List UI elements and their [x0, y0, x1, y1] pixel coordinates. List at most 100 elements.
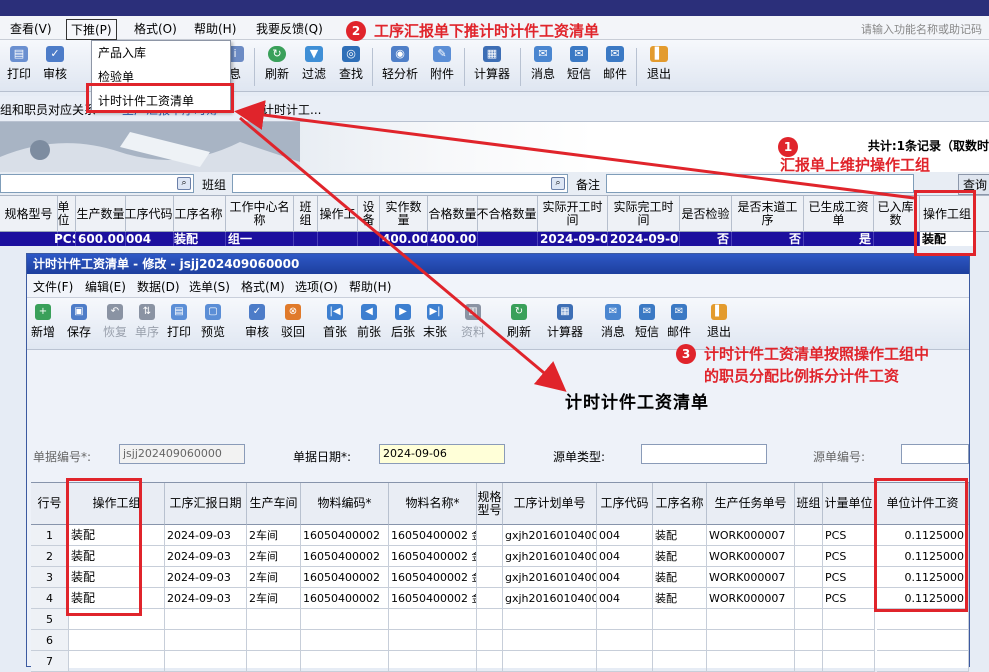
grid-cell[interactable] [301, 630, 389, 651]
grid-cell[interactable]: gxjh20160104000 [503, 567, 597, 588]
menu-feedback[interactable]: 我要反馈(Q) [252, 19, 327, 38]
report-col-header[interactable]: 不合格数量 [476, 196, 538, 232]
report-cell[interactable]: 2024-09-03 [608, 232, 680, 246]
report-cell[interactable]: 否 [732, 232, 804, 246]
win-save-button[interactable]: ▣ 保存 [63, 302, 95, 340]
report-cell[interactable] [294, 232, 318, 246]
grid-cell[interactable]: gxjh20160104000 [503, 588, 597, 609]
report-cell[interactable]: 400.00 [428, 232, 478, 246]
grid-cell[interactable] [795, 567, 823, 588]
grid-cell[interactable]: PCS [823, 525, 875, 546]
bill-date-field[interactable]: 2024-09-06 [379, 444, 505, 464]
grid-cell[interactable]: 2车间 [247, 588, 301, 609]
win-print-button[interactable]: ▤ 打印 [163, 302, 195, 340]
attachment-button[interactable]: ✎ 附件 [425, 44, 459, 82]
win-menu-file[interactable]: 文件(F) [33, 278, 73, 295]
filter-input-1[interactable]: ⌕ [0, 174, 194, 193]
win-mail-button[interactable]: ✉ 邮件 [663, 302, 695, 340]
grid-cell[interactable] [69, 651, 165, 672]
report-col-header[interactable]: 工序代码 [124, 196, 174, 232]
grid-cell[interactable]: PCS [823, 567, 875, 588]
magnifier-icon[interactable]: ⌕ [551, 177, 565, 190]
grid-cell[interactable]: 16050400002 金 [389, 525, 477, 546]
grid-cell[interactable] [653, 651, 707, 672]
grid-cell[interactable] [165, 651, 247, 672]
report-cell[interactable] [872, 232, 920, 246]
grid-cell[interactable] [597, 630, 653, 651]
grid-cell[interactable] [477, 525, 503, 546]
report-col-header[interactable]: 实作数量 [380, 196, 428, 232]
bill-number-field[interactable]: jsjj202409060000 [119, 444, 245, 464]
win-sms-button[interactable]: ✉ 短信 [631, 302, 663, 340]
grid-cell[interactable]: 004 [597, 546, 653, 567]
grid-cell[interactable] [877, 609, 969, 630]
grid-cell[interactable] [707, 609, 795, 630]
tab-piecework[interactable]: 计时计工... [262, 101, 321, 118]
menu-help[interactable]: 帮助(H) [190, 19, 240, 38]
grid-cell[interactable] [653, 630, 707, 651]
exit-button[interactable]: ▌ 退出 [642, 44, 676, 82]
grid-cell[interactable] [389, 630, 477, 651]
report-col-header[interactable]: 生产数量 [76, 196, 126, 232]
grid-col-header[interactable]: 规格型号 [477, 483, 503, 525]
report-col-header[interactable]: 规格型号 [0, 196, 58, 232]
win-audit-button[interactable]: ✓ 审核 [241, 302, 273, 340]
win-new-button[interactable]: + 新增 [27, 302, 59, 340]
grid-col-header[interactable]: 班组 [795, 483, 823, 525]
grid-cell[interactable] [795, 630, 823, 651]
grid-cell[interactable] [597, 609, 653, 630]
grid-cell[interactable]: 2车间 [247, 525, 301, 546]
tab-group-employee[interactable]: 组和职员对应关系 [0, 101, 96, 118]
grid-cell[interactable]: 004 [597, 567, 653, 588]
win-next-button[interactable]: ▶ 后张 [387, 302, 419, 340]
win-menu-format[interactable]: 格式(M) [241, 278, 285, 295]
report-col-header[interactable]: 操作工 [318, 196, 358, 232]
grid-cell[interactable]: 2024-09-03 [165, 588, 247, 609]
menu-view[interactable]: 查看(V) [6, 19, 56, 38]
report-list-selected-row[interactable]: PCS600.00004装配组一 400.00400.00 2024-09-0320… [0, 232, 975, 246]
grid-cell[interactable]: 004 [597, 588, 653, 609]
grid-cell[interactable]: 2024-09-03 [165, 546, 247, 567]
win-menu-help[interactable]: 帮助(H) [349, 278, 391, 295]
source-type-field[interactable] [641, 444, 767, 464]
report-col-header[interactable]: 已生成工资单 [804, 196, 874, 232]
win-reject-button[interactable]: ⊗ 驳回 [277, 302, 309, 340]
grid-cell[interactable] [247, 651, 301, 672]
grid-col-header[interactable]: 工序汇报日期 [165, 483, 247, 525]
report-cell[interactable]: 400.00 [380, 232, 428, 246]
grid-cell[interactable]: WORK000007 [707, 588, 795, 609]
filter-button[interactable]: ▼ 过滤 [297, 44, 331, 82]
grid-cell[interactable]: 16050400002 金 [389, 546, 477, 567]
grid-cell[interactable] [477, 588, 503, 609]
report-cell[interactable] [318, 232, 358, 246]
grid-cell[interactable] [389, 651, 477, 672]
win-message-button[interactable]: ✉ 消息 [597, 302, 629, 340]
grid-cell[interactable] [795, 651, 823, 672]
grid-cell[interactable] [877, 651, 969, 672]
grid-cell[interactable] [69, 630, 165, 651]
report-col-header[interactable]: 单位 [52, 196, 76, 232]
report-cell[interactable] [476, 232, 538, 246]
grid-cell[interactable] [597, 651, 653, 672]
audit-button[interactable]: ✓ 审核 [38, 44, 72, 82]
grid-cell[interactable]: 16050400002 [301, 546, 389, 567]
report-col-header[interactable]: 是否检验 [680, 196, 732, 232]
refresh-button[interactable]: ↻ 刷新 [260, 44, 294, 82]
grid-cell[interactable]: 16050400002 金 [389, 588, 477, 609]
grid-cell[interactable] [503, 609, 597, 630]
grid-cell[interactable] [653, 609, 707, 630]
grid-cell[interactable] [247, 630, 301, 651]
grid-cell[interactable] [503, 630, 597, 651]
grid-cell[interactable]: PCS [823, 546, 875, 567]
grid-cell[interactable]: 16050400002 [301, 588, 389, 609]
grid-cell[interactable] [503, 651, 597, 672]
win-menu-edit[interactable]: 编辑(E) [85, 278, 126, 295]
group-filter-input[interactable]: ⌕ [232, 174, 568, 193]
mail-button[interactable]: ✉ 邮件 [598, 44, 632, 82]
grid-cell[interactable]: WORK000007 [707, 525, 795, 546]
report-cell[interactable]: 是 [804, 232, 874, 246]
grid-cell[interactable] [165, 609, 247, 630]
menu-format[interactable]: 格式(O) [130, 19, 181, 38]
win-preview-button[interactable]: ▢ 预览 [197, 302, 229, 340]
grid-cell[interactable]: 2车间 [247, 546, 301, 567]
